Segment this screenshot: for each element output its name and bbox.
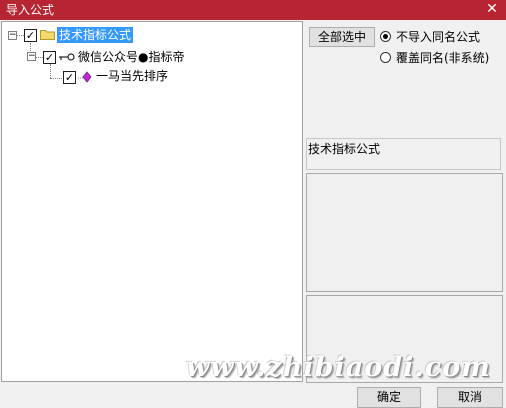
radio-overwrite-label: 覆盖同名(非系统) (396, 51, 490, 65)
tree-connector (50, 64, 51, 78)
diamond-formula-icon (78, 71, 92, 83)
tree-node-author-label[interactable]: 微信公众号●指标帝 (76, 49, 186, 65)
root-expander[interactable]: − (8, 31, 17, 40)
author-checkbox[interactable]: ✓ (43, 51, 56, 64)
tree-node-formula-label[interactable]: 一马当先排序 (94, 68, 170, 84)
formula-description-box[interactable] (306, 173, 503, 292)
ok-button[interactable]: 确定 (357, 387, 421, 408)
close-icon[interactable]: ✕ (484, 1, 500, 17)
formula-checkbox[interactable]: ✓ (63, 71, 76, 84)
key-icon (59, 53, 75, 61)
watermark-text: www.zhibiaodi.com (186, 352, 491, 383)
formula-tree[interactable]: − ✓ 技术指标公式 − ✓ 微信公众号●指标帝 ✓ 一马当先排序 (1, 21, 303, 382)
dialog-footer: 确定 取消 (0, 384, 506, 408)
cancel-button[interactable]: 取消 (437, 387, 503, 408)
folder-icon (40, 30, 55, 40)
tree-connector (16, 35, 24, 36)
tree-connector (35, 57, 43, 58)
import-formula-dialog: 导入公式 ✕ − ✓ 技术指标公式 − ✓ 微信公众号●指标帝 ✓ 一马当先排序 (0, 0, 506, 408)
title-bar: 导入公式 ✕ (0, 0, 506, 20)
category-info-text: 技术指标公式 (308, 142, 381, 156)
tree-node-root-label[interactable]: 技术指标公式 (57, 27, 134, 43)
root-checkbox[interactable]: ✓ (24, 29, 37, 42)
tree-connector (50, 78, 62, 79)
radio-skip-label: 不导入同名公式 (396, 30, 481, 44)
select-all-button[interactable]: 全部选中 (309, 27, 375, 47)
radio-skip-indicator[interactable] (380, 31, 391, 42)
category-info-box: 技术指标公式 (306, 138, 501, 170)
window-title: 导入公式 (6, 3, 55, 17)
author-expander[interactable]: − (27, 52, 36, 61)
radio-overwrite-indicator[interactable] (380, 52, 391, 63)
options-panel: 全部选中 不导入同名公式 覆盖同名(非系统) 技术指标公式 (304, 21, 506, 386)
